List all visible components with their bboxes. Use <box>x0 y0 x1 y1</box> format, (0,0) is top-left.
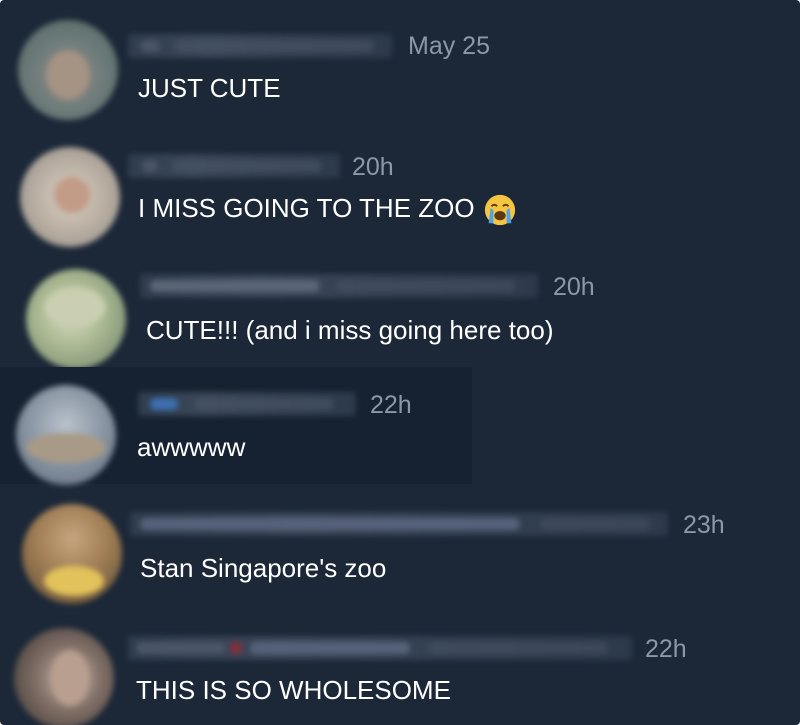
comment-item[interactable]: May 25 JUST CUTE <box>0 0 800 127</box>
comment-text: Stan Singapore's zoo <box>140 553 387 583</box>
comment-thread-panel: May 25 JUST CUTE 20h I MISS GOING TO THE… <box>0 0 800 725</box>
timestamp: May 25 <box>408 32 490 60</box>
timestamp: 22h <box>645 635 687 663</box>
username-redacted[interactable] <box>138 392 356 416</box>
comment-item[interactable]: 23h Stan Singapore's zoo <box>0 484 800 608</box>
comment-text-row: I MISS GOING TO THE ZOO <box>138 193 517 227</box>
avatar[interactable] <box>14 628 114 725</box>
avatar[interactable] <box>16 385 116 485</box>
comment-item[interactable]: 20h CUTE!!! (and i miss going here too) <box>0 247 800 369</box>
comment-item[interactable]: 22h awwwww <box>0 367 800 485</box>
comment-text: THIS IS SO WHOLESOME <box>136 675 451 705</box>
comment-text: CUTE!!! (and i miss going here too) <box>146 315 554 345</box>
username-redacted[interactable] <box>140 274 538 298</box>
avatar[interactable] <box>26 269 126 369</box>
timestamp: 22h <box>370 391 412 419</box>
username-redacted[interactable] <box>128 34 392 58</box>
timestamp: 20h <box>352 153 394 181</box>
loudly-crying-face-icon <box>484 195 515 226</box>
username-redacted[interactable] <box>128 154 340 178</box>
comment-item[interactable]: 20h I MISS GOING TO THE ZOO <box>0 127 800 247</box>
comment-text: awwwww <box>137 432 246 462</box>
comment-item[interactable]: 22h THIS IS SO WHOLESOME <box>0 608 800 725</box>
avatar[interactable] <box>22 504 122 604</box>
avatar[interactable] <box>20 147 120 247</box>
timestamp: 23h <box>683 511 725 539</box>
comment-text: JUST CUTE <box>138 73 281 103</box>
username-redacted[interactable] <box>130 512 668 536</box>
avatar[interactable] <box>18 20 118 120</box>
comment-text: I MISS GOING TO THE ZOO <box>138 193 475 223</box>
timestamp: 20h <box>553 273 595 301</box>
username-redacted[interactable] <box>128 636 632 660</box>
